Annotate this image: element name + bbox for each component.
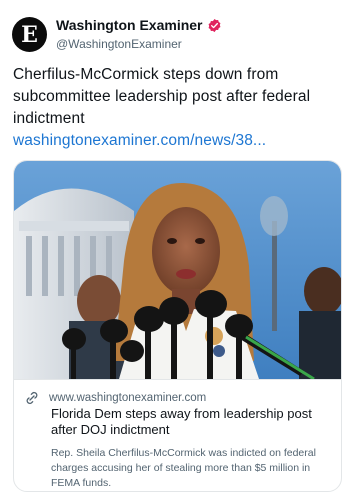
card-description: Rep. Sheila Cherfilus-McCormick was indi… — [51, 447, 316, 489]
card-domain[interactable]: www.washingtonexaminer.com — [49, 392, 206, 404]
verified-icon — [208, 19, 220, 33]
post-link[interactable]: washingtonexaminer.com/news/38... — [13, 132, 266, 149]
name-row: Washington Examiner — [56, 17, 222, 34]
avatar[interactable]: E — [12, 17, 47, 52]
post[interactable]: E Washington Examiner @WashingtonExamine… — [0, 0, 355, 500]
avatar-logo: E — [21, 21, 38, 48]
link-icon — [26, 391, 38, 405]
post-header: E Washington Examiner @WashingtonExamine… — [12, 17, 222, 52]
link-preview-card[interactable]: www.washingtonexaminer.com Florida Dem s… — [13, 160, 342, 492]
post-text: Cherfilus-McCormick steps down from subc… — [13, 64, 333, 152]
account-handle[interactable]: @WashingtonExaminer — [56, 37, 222, 51]
card-meta: www.washingtonexaminer.com Florida Dem s… — [14, 379, 341, 491]
card-title[interactable]: Florida Dem steps away from leadership p… — [51, 406, 331, 438]
post-body: Cherfilus-McCormick steps down from subc… — [13, 66, 311, 127]
account-names: Washington Examiner @WashingtonExaminer — [56, 17, 222, 51]
domain-row: www.washingtonexaminer.com — [24, 390, 206, 406]
account-name[interactable]: Washington Examiner — [56, 17, 203, 34]
news-photo[interactable] — [14, 161, 341, 379]
